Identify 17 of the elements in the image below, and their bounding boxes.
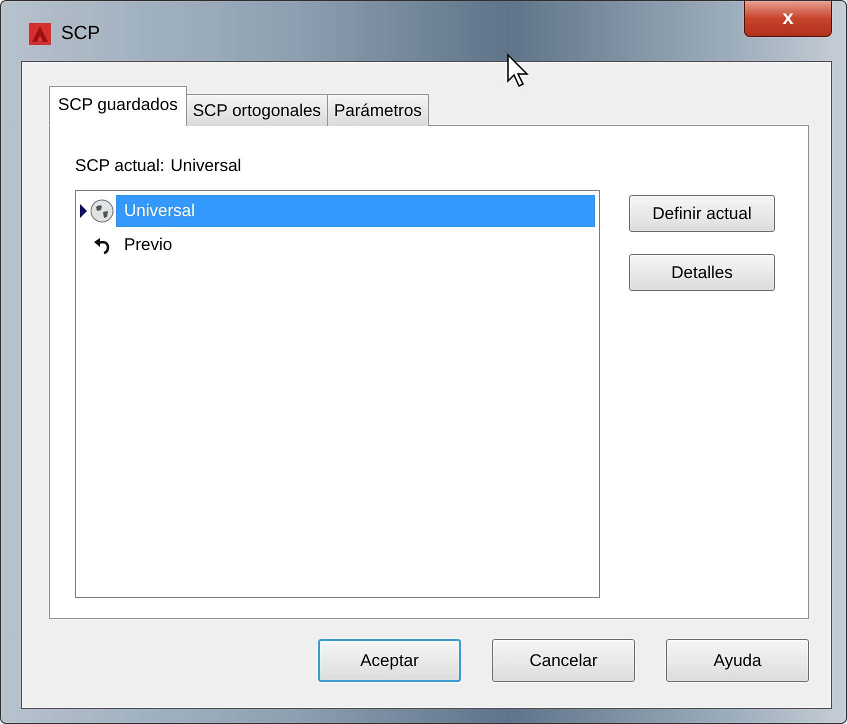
- globe-icon: [90, 199, 114, 223]
- close-button[interactable]: x: [744, 1, 832, 37]
- dialog-button[interactable]: Aceptar: [318, 639, 461, 682]
- list-item[interactable]: Previo: [116, 229, 595, 261]
- action-button[interactable]: Definir actual: [629, 195, 775, 232]
- tab[interactable]: SCP ortogonales: [186, 94, 328, 126]
- dialog-button[interactable]: Ayuda: [666, 639, 809, 682]
- app-logo-icon: [29, 23, 51, 45]
- current-value: Universal: [170, 156, 242, 177]
- tab[interactable]: Parámetros: [326, 94, 429, 126]
- triangle-icon: [80, 204, 87, 218]
- window-title: SCP: [61, 23, 100, 45]
- mouse-pointer-icon: [506, 53, 532, 89]
- dialog-button[interactable]: Cancelar: [492, 639, 635, 682]
- tab[interactable]: SCP guardados: [49, 86, 187, 126]
- current-label: SCP actual:: [75, 156, 164, 177]
- action-button[interactable]: Detalles: [629, 254, 775, 291]
